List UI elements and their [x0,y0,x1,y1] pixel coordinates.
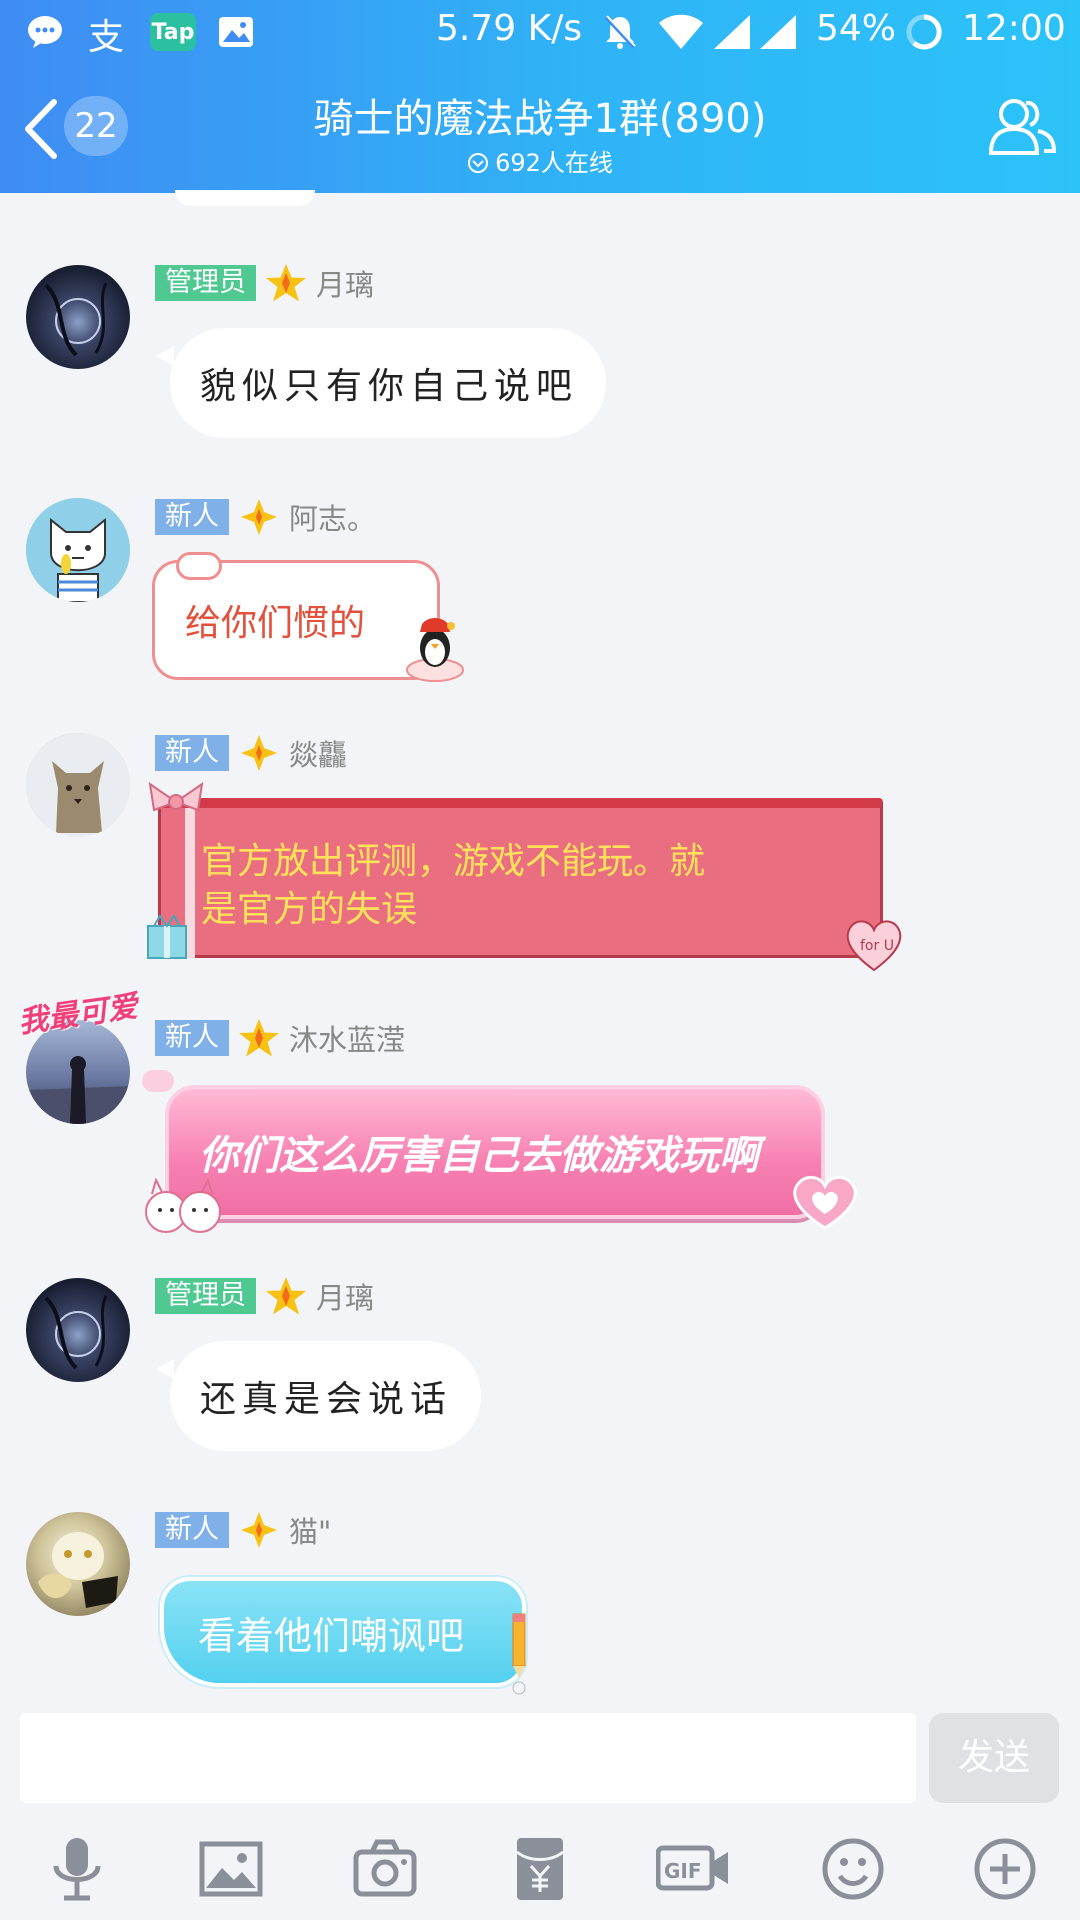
message-text: 给你们惯的 [185,603,366,644]
sender-info: 管理员 月璃 [155,1276,374,1316]
group-title: 骑士的魔法战争1群(890) [313,96,767,142]
gift-box-icon [146,914,188,960]
level-star-icon [241,735,277,771]
members-icon [988,99,1057,155]
avatar[interactable] [26,1278,130,1382]
level-star-icon [241,499,277,535]
pencil-icon [508,1610,530,1696]
mute-notification-icon [600,12,640,52]
admin-tag: 管理员 [155,1278,256,1314]
battery-ring-icon [904,12,944,52]
online-count-label: 692人在线 [495,149,613,177]
input-bar: 发送 GIF [0,1698,1080,1920]
mic-icon[interactable] [42,1834,112,1904]
alipay-icon: 支 [88,17,125,58]
admin-tag: 管理员 [155,265,256,301]
message-text: 还真是会说话 [200,1379,453,1420]
message-text-line-2: 是官方的失误 [201,889,418,930]
online-status-icon [468,153,489,173]
new-member-tag: 新人 [155,499,229,535]
bunny-couple-sticker-icon [142,1177,226,1238]
network-speed: 5.79 K/s [436,8,583,49]
avatar[interactable] [26,498,130,602]
penguin-sticker-icon [406,612,464,682]
message-input[interactable] [20,1713,916,1803]
message-text: 你们这么厉害自己去做游戏玩啊 [199,1133,759,1179]
svg-text:GIF: GIF [664,1859,702,1883]
clock: 12:00 [962,8,1066,49]
cloud-decoration [176,552,222,580]
chat-notification-icon [24,12,66,52]
sender-name: 猫" [289,1515,332,1549]
status-bar: 支 Tap 5.79 K/s 54% 12:00 [0,0,1080,64]
plus-icon[interactable] [970,1834,1040,1904]
message-bubble[interactable]: 你们这么厉害自己去做游戏玩啊 [165,1085,825,1219]
bow-icon [146,780,206,824]
new-member-tag: 新人 [155,735,229,771]
sender-name: 阿志。 [289,502,377,536]
sender-info: 新人 燚龘 [155,733,347,773]
sender-name: 燚龘 [289,738,348,772]
sender-info: 新人 阿志。 [155,497,376,537]
red-packet-icon[interactable] [505,1834,575,1904]
wifi-icon [656,12,706,52]
new-member-tag: 新人 [155,1020,229,1056]
new-member-tag: 新人 [155,1512,229,1548]
message-bubble[interactable]: 还真是会说话 [156,1341,481,1451]
level-star-icon [239,1019,279,1057]
message-bubble[interactable]: 官方放出评测，游戏不能玩。就 是官方的失误 [158,798,883,958]
sender-name: 沐水蓝滢 [289,1023,406,1057]
sender-info: 管理员 月璃 [155,263,374,303]
camera-icon[interactable] [350,1834,420,1904]
emoji-icon[interactable] [818,1834,888,1904]
sender-name: 月璃 [316,268,375,302]
level-star-icon [266,264,306,302]
message-bubble[interactable]: 看着他们嘲讽吧 [160,1577,526,1687]
message-text-line-1: 官方放出评测，游戏不能玩。就 [201,841,706,882]
avatar[interactable] [26,1512,130,1616]
header: 支 Tap 5.79 K/s 54% 12:00 22 骑士的魔法战争1群(89… [0,0,1080,193]
level-star-icon [241,1512,277,1548]
message-text: 看着他们嘲讽吧 [198,1613,465,1658]
signal-icon-1 [710,12,754,52]
avatar[interactable] [26,733,130,837]
battery-level: 54% [816,8,897,49]
message-text: 貌似只有你自己说吧 [200,366,579,407]
pink-dot [142,1070,174,1092]
heart-icon [790,1172,860,1230]
sender-info: 新人 猫" [155,1510,331,1550]
avatar[interactable] [26,265,130,369]
sender-name: 月璃 [316,1281,375,1315]
sender-info: 新人 沐水蓝滢 [155,1018,405,1058]
level-star-icon [266,1277,306,1315]
tap-app-icon: Tap [150,13,196,51]
heart-for-u-icon: for U [844,916,904,972]
send-button[interactable]: 发送 [929,1713,1059,1803]
message-bubble[interactable]: 貌似只有你自己说吧 [156,328,606,438]
gif-icon[interactable]: GIF [655,1834,730,1904]
online-count: 692人在线 [0,143,1080,178]
group-members-button[interactable] [988,95,1058,157]
signal-icon-2 [756,12,800,52]
svg-text:for U: for U [860,938,894,954]
partial-bubble [175,190,315,206]
image-icon[interactable] [196,1834,266,1904]
gallery-notification-icon [216,12,256,52]
